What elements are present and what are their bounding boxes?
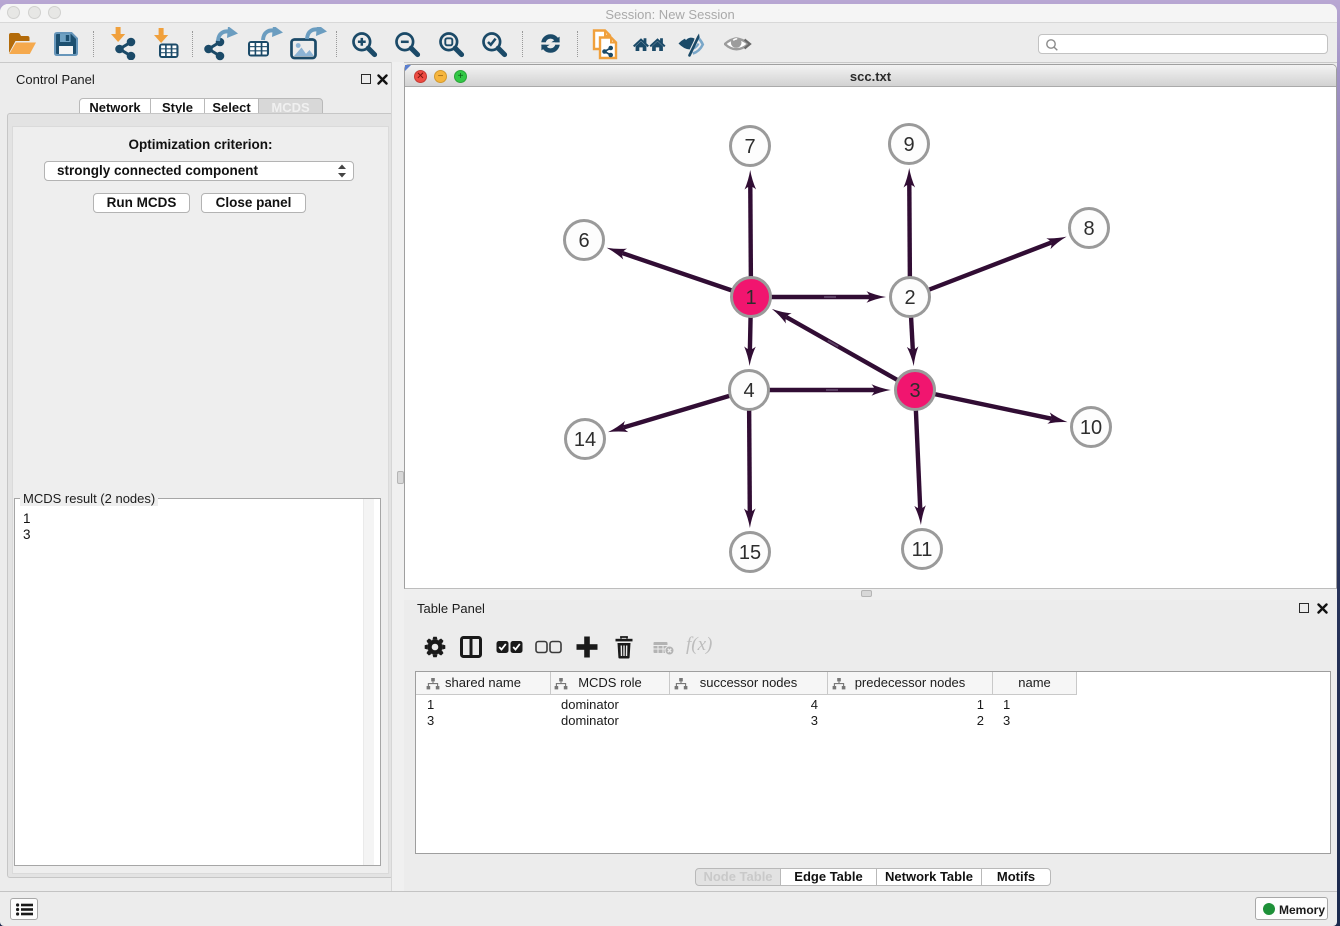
svg-text:10: 10 xyxy=(1080,417,1102,439)
svg-text:11: 11 xyxy=(912,539,933,561)
svg-text:4: 4 xyxy=(743,380,754,402)
svg-text:15: 15 xyxy=(739,542,761,564)
svg-text:9: 9 xyxy=(903,134,914,156)
svg-text:6: 6 xyxy=(578,230,589,252)
svg-text:1: 1 xyxy=(745,287,756,309)
svg-text:3: 3 xyxy=(909,380,920,402)
svg-text:7: 7 xyxy=(744,136,755,158)
svg-text:8: 8 xyxy=(1083,218,1094,240)
svg-text:2: 2 xyxy=(904,287,915,309)
svg-text:14: 14 xyxy=(574,429,596,451)
